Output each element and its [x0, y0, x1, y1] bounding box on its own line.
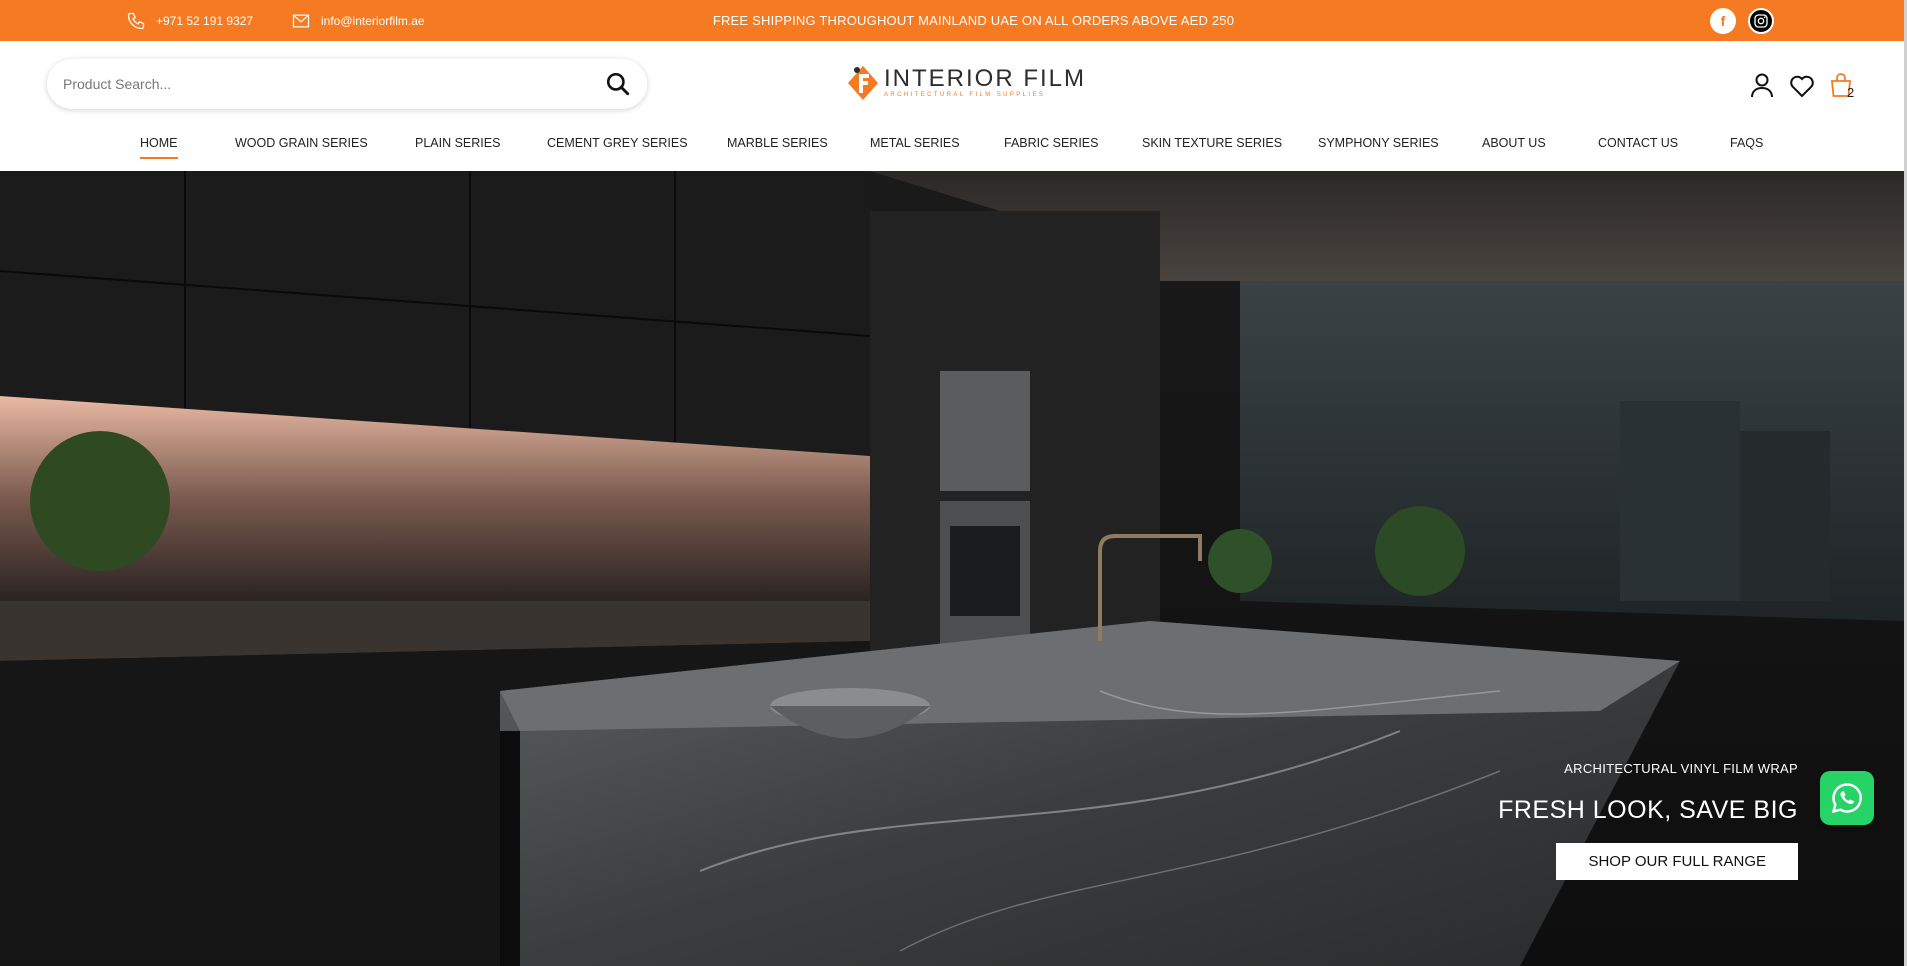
logo-name: INTERIOR FILM — [884, 65, 1087, 92]
nav-item-contact-us[interactable]: CONTACT US — [1598, 127, 1678, 159]
heart-icon[interactable] — [1788, 72, 1816, 100]
logo-mark-icon — [848, 66, 878, 100]
whatsapp-icon — [1831, 783, 1862, 814]
whatsapp-chat-button[interactable] — [1820, 771, 1874, 825]
nav-item-marble-series[interactable]: MARBLE SERIES — [727, 127, 828, 159]
account-icon[interactable] — [1748, 71, 1776, 99]
hero-banner[interactable]: ARCHITECTURAL VINYL FILM WRAP FRESH LOOK… — [0, 171, 1904, 966]
nav-item-symphony-series[interactable]: SYMPHONY SERIES — [1318, 127, 1439, 159]
nav-item-skin-texture-series[interactable]: SKIN TEXTURE SERIES — [1142, 127, 1282, 159]
nav-item-about-us[interactable]: ABOUT US — [1482, 127, 1546, 159]
instagram-icon[interactable] — [1748, 8, 1774, 34]
shop-full-range-button[interactable]: SHOP OUR FULL RANGE — [1556, 843, 1798, 880]
hero-eyebrow: ARCHITECTURAL VINYL FILM WRAP — [1564, 761, 1798, 776]
shipping-notice: FREE SHIPPING THROUGHOUT MAINLAND UAE ON… — [712, 13, 1235, 28]
facebook-icon[interactable]: f — [1710, 8, 1736, 34]
site-logo[interactable]: INTERIOR FILM ARCHITECTURAL FILM SUPPLIE… — [846, 64, 1086, 102]
nav-item-wood-grain-series[interactable]: WOOD GRAIN SERIES — [235, 127, 368, 159]
logo-tagline: ARCHITECTURAL FILM SUPPLIES — [884, 92, 1046, 98]
hero-copy: ARCHITECTURAL VINYL FILM WRAP FRESH LOOK… — [1498, 761, 1798, 880]
hero-title: FRESH LOOK, SAVE BIG — [1498, 796, 1798, 824]
site-header: INTERIOR FILM ARCHITECTURAL FILM SUPPLIE… — [0, 41, 1904, 171]
nav-item-faqs[interactable]: FAQS — [1730, 127, 1763, 159]
top-announcement-bar: +971 52 191 9327 info@interiorfilm.ae FR… — [0, 0, 1907, 41]
main-navigation: HOME WOOD GRAIN SERIES PLAIN SERIES CEME… — [0, 127, 1904, 163]
search-icon[interactable] — [605, 71, 631, 97]
product-search — [47, 59, 647, 109]
nav-item-home[interactable]: HOME — [140, 127, 178, 159]
nav-item-cement-grey-series[interactable]: CEMENT GREY SERIES — [547, 127, 688, 159]
nav-item-fabric-series[interactable]: FABRIC SERIES — [1004, 127, 1098, 159]
nav-item-metal-series[interactable]: METAL SERIES — [870, 127, 960, 159]
nav-item-plain-series[interactable]: PLAIN SERIES — [415, 127, 500, 159]
cart-count-badge: 2 — [1847, 85, 1855, 100]
search-input[interactable] — [63, 59, 583, 109]
